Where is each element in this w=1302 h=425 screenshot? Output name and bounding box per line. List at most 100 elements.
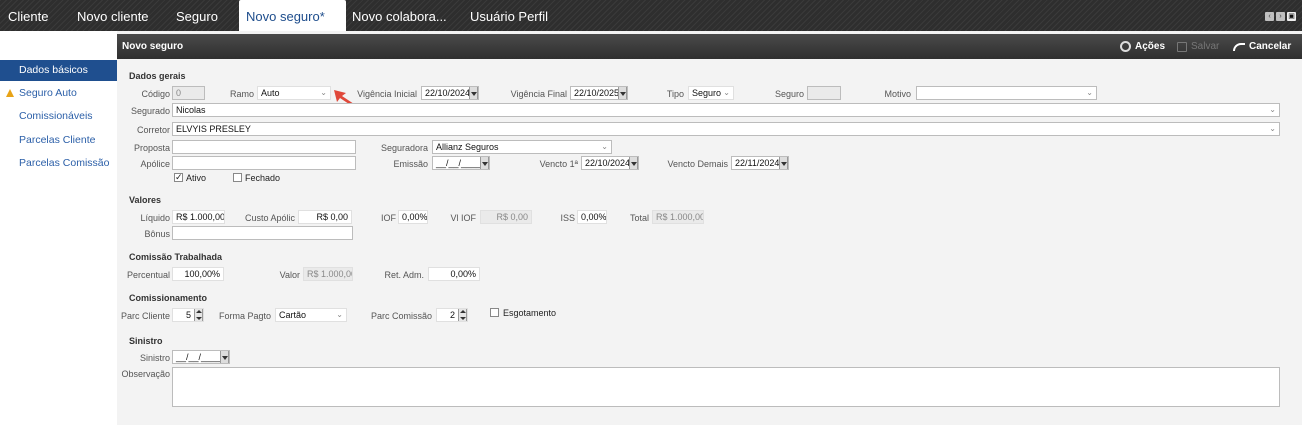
sinistro-date-field[interactable]: __/__/____ <box>172 350 230 364</box>
section-dados-gerais: Dados gerais <box>129 71 186 81</box>
emissao-field[interactable]: __/__/____ <box>432 156 490 170</box>
bonus-label: Bônus <box>144 229 170 239</box>
stepper-arrows-icon[interactable] <box>458 309 467 321</box>
proposta-label: Proposta <box>133 143 170 153</box>
vencto-1-label: Vencto 1ª <box>539 159 578 169</box>
ramo-label: Ramo <box>229 89 254 99</box>
bonus-field[interactable] <box>172 226 353 240</box>
segurado-select[interactable]: Nicolas ⌄ <box>172 103 1280 117</box>
section-valores: Valores <box>129 195 162 205</box>
tab-menu-icon[interactable]: ▣ <box>1287 12 1296 21</box>
tab-seguro[interactable]: Seguro <box>176 0 218 31</box>
sidebar-item-label: Seguro Auto <box>19 87 77 99</box>
sidebar-item-comissionaveis[interactable]: Comissionáveis <box>0 106 117 127</box>
tab-scroll-controls: ‹ › ▣ <box>1265 12 1296 21</box>
vigencia-inicial-field[interactable]: 22/10/2024 <box>421 86 479 100</box>
chevron-down-icon: ⌄ <box>1269 124 1276 133</box>
ramo-select[interactable]: Auto ⌄ <box>257 86 331 100</box>
ret-adm-field[interactable]: 0,00% <box>428 267 480 281</box>
sidebar: Dados básicos Seguro Auto Comissionáveis… <box>0 31 117 425</box>
custo-apolice-field[interactable]: R$ 0,00 <box>298 210 352 224</box>
parc-cliente-label: Parc Cliente <box>120 311 170 321</box>
tab-usuario-perfil[interactable]: Usuário Perfil <box>470 0 548 31</box>
seguro-field[interactable] <box>807 86 841 100</box>
total-field: R$ 1.000,00 <box>652 210 704 224</box>
floppy-icon <box>1177 41 1187 52</box>
codigo-label: Código <box>141 89 170 99</box>
sidebar-item-parcelas-cliente[interactable]: Parcelas Cliente <box>0 130 117 151</box>
scroll-right-icon[interactable]: › <box>1276 12 1285 21</box>
esgotamento-label: Esgotamento <box>503 308 557 318</box>
segurado-label: Segurado <box>130 106 170 116</box>
proposta-field[interactable] <box>172 140 356 154</box>
vencto-demais-field[interactable]: 22/11/2024 <box>731 156 789 170</box>
ativo-label: Ativo <box>186 173 207 183</box>
actions-button[interactable]: Ações <box>1120 41 1165 52</box>
forma-pagto-select[interactable]: Cartão ⌄ <box>275 308 347 322</box>
scroll-left-icon[interactable]: ‹ <box>1265 12 1274 21</box>
vigencia-inicial-label: Vigência Inicial <box>357 89 417 99</box>
parc-cliente-stepper[interactable]: 5 <box>172 308 204 322</box>
percentual-field[interactable]: 100,00% <box>172 267 224 281</box>
percentual-label: Percentual <box>126 270 170 280</box>
seguradora-select[interactable]: Allianz Seguros ⌄ <box>432 140 612 154</box>
gear-icon <box>1120 41 1131 52</box>
tab-cliente[interactable]: Cliente <box>8 0 48 31</box>
codigo-field[interactable]: 0 <box>172 86 205 100</box>
cancel-button[interactable]: Cancelar <box>1233 41 1291 52</box>
ativo-checkbox[interactable]: ✓ <box>174 173 183 182</box>
chevron-down-icon: ⌄ <box>1086 88 1093 97</box>
motivo-select[interactable]: ⌄ <box>916 86 1097 100</box>
calendar-dropdown-icon[interactable] <box>779 157 788 169</box>
tab-novo-cliente[interactable]: Novo cliente <box>77 0 149 31</box>
corretor-label: Corretor <box>136 125 170 135</box>
seguro-label: Seguro <box>774 89 804 99</box>
seguradora-label: Seguradora <box>380 143 428 153</box>
chevron-down-icon: ⌄ <box>601 142 608 151</box>
sidebar-item-seguro-auto[interactable]: Seguro Auto <box>0 83 117 104</box>
total-label: Total <box>629 213 649 223</box>
chevron-down-icon: ⌄ <box>336 310 343 319</box>
esgotamento-checkbox[interactable] <box>490 308 499 317</box>
forma-pagto-label: Forma Pagto <box>218 311 271 321</box>
calendar-dropdown-icon[interactable] <box>618 87 627 99</box>
calendar-dropdown-icon[interactable] <box>480 157 489 169</box>
page-title: Novo seguro <box>122 41 184 52</box>
calendar-dropdown-icon[interactable] <box>220 351 229 363</box>
vigencia-final-field[interactable]: 22/10/2025 <box>570 86 628 100</box>
vencto-1-field[interactable]: 22/10/2024 <box>581 156 639 170</box>
section-comissao-trabalhada: Comissão Trabalhada <box>129 252 223 262</box>
parc-comissao-stepper[interactable]: 2 <box>436 308 468 322</box>
corretor-select[interactable]: ELVYIS PRESLEY ⌄ <box>172 122 1280 136</box>
iss-label: ISS <box>560 213 575 223</box>
tab-novo-colaborador[interactable]: Novo colabora... <box>352 0 447 31</box>
save-button[interactable]: Salvar <box>1177 41 1219 52</box>
tipo-label: Tipo <box>666 89 684 99</box>
iof-field[interactable]: 0,00% <box>398 210 428 224</box>
stepper-arrows-icon[interactable] <box>194 309 203 321</box>
custo-apolice-label: Custo Apólic <box>244 213 295 223</box>
parc-comissao-label: Parc Comissão <box>370 311 432 321</box>
chevron-down-icon: ⌄ <box>1269 105 1276 114</box>
vl-iof-field: R$ 0,00 <box>480 210 532 224</box>
valor-label: Valor <box>279 270 300 280</box>
warning-icon <box>6 89 14 97</box>
calendar-dropdown-icon[interactable] <box>469 87 478 99</box>
fechado-checkbox[interactable] <box>233 173 242 182</box>
liquido-field[interactable]: R$ 1.000,00 <box>172 210 225 224</box>
liquido-label: Líquido <box>140 213 170 223</box>
iss-field[interactable]: 0,00% <box>577 210 607 224</box>
emissao-label: Emissão <box>393 159 428 169</box>
vigencia-final-label: Vigência Final <box>510 89 567 99</box>
tipo-select[interactable]: Seguro ⌄ <box>688 86 734 100</box>
tab-novo-seguro[interactable]: Novo seguro* <box>239 0 346 32</box>
sidebar-item-parcelas-comissao[interactable]: Parcelas Comissão <box>0 153 117 174</box>
observacao-textarea[interactable] <box>172 367 1280 407</box>
apolice-field[interactable] <box>172 156 356 170</box>
calendar-dropdown-icon[interactable] <box>629 157 638 169</box>
apolice-label: Apólice <box>140 159 170 169</box>
ret-adm-label: Ret. Adm. <box>384 270 424 280</box>
chevron-down-icon: ⌄ <box>723 88 730 97</box>
top-tab-bar: Cliente Novo cliente Seguro Novo seguro*… <box>0 0 1302 32</box>
sidebar-item-dados-basicos[interactable]: Dados básicos <box>0 60 117 81</box>
